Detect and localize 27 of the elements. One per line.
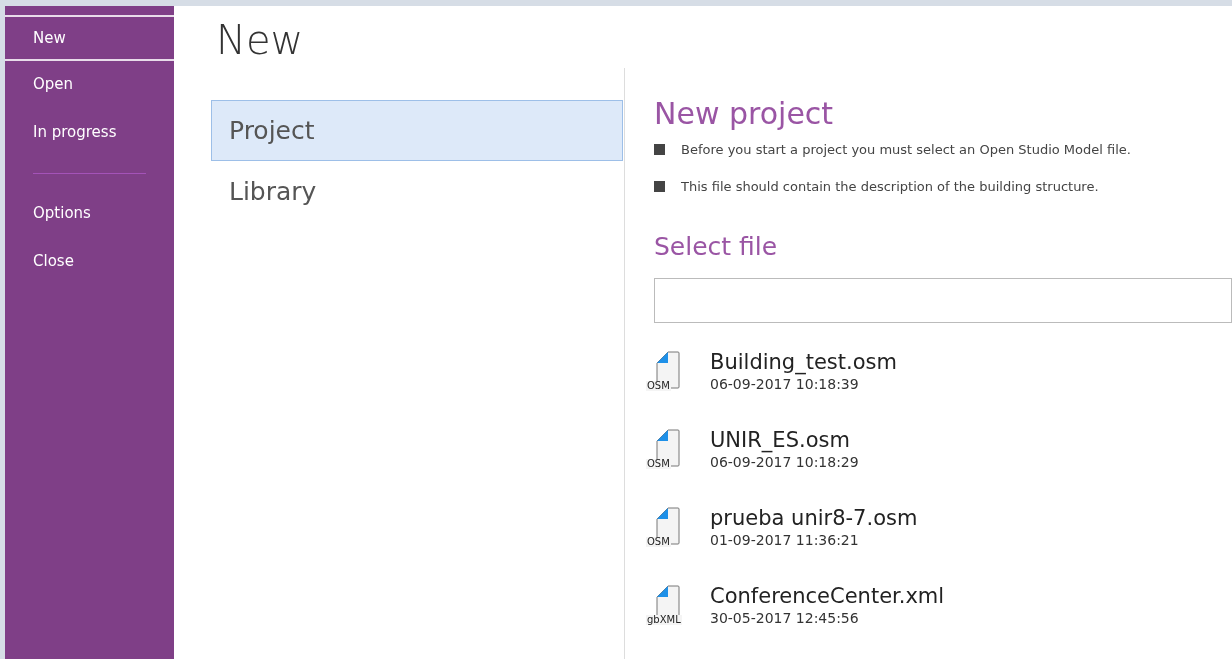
section-title: Select file (654, 231, 779, 263)
info-text: This file should contain the description of the building structure. (681, 177, 1099, 196)
file-name[interactable]: prueba unir8-7.osm (710, 505, 918, 531)
sidebar-item[interactable]: Options (5, 190, 174, 236)
sidebar-item[interactable]: Open (5, 61, 174, 107)
sidebar-item[interactable]: Close (5, 238, 174, 284)
file-name[interactable]: Building_test.osm (710, 349, 897, 375)
file-name[interactable]: UNIR_ES.osm (710, 427, 859, 453)
file-type-label: OSM (646, 537, 671, 547)
file-date: 01-09-2017 11:36:21 (710, 531, 860, 549)
file-type-label: OSM (646, 381, 671, 391)
file-date: 30-05-2017 12:45:56 (710, 609, 860, 627)
bullet-icon (654, 180, 665, 192)
file-name[interactable]: ConferenceCenter.xml (710, 583, 945, 609)
file-date: 06-09-2017 10:18:39 (710, 375, 860, 393)
sidebar-item[interactable]: In progress (5, 109, 174, 155)
category-item[interactable]: Project (211, 100, 623, 161)
sidebar-item[interactable]: New (5, 15, 174, 61)
page-title: New (216, 16, 305, 65)
file-path-field[interactable] (654, 278, 1232, 323)
file-date: 06-09-2017 10:18:29 (710, 453, 859, 471)
bullet-icon (654, 144, 665, 156)
file-type-label: gbXML (646, 615, 682, 625)
panel-title: New project (654, 95, 835, 133)
category-item[interactable]: Library (211, 161, 623, 222)
info-text: Before you start a project you must select an Open Studio Model file. (681, 141, 1131, 159)
file-type-label: OSM (646, 459, 671, 469)
